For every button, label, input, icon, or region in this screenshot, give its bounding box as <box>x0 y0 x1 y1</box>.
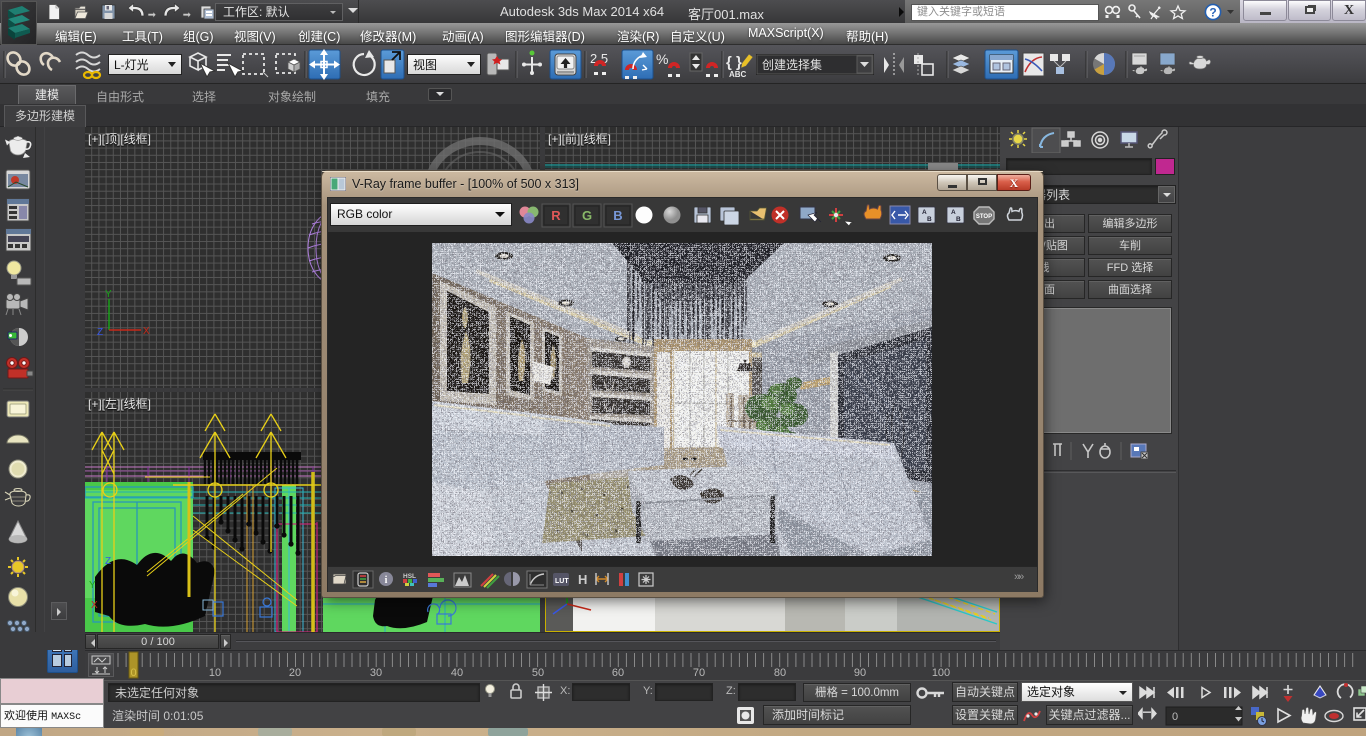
svg-text:{ }: { } <box>726 54 742 71</box>
svg-text:50: 50 <box>532 667 544 679</box>
svg-text:L-灯光: L-灯光 <box>114 58 149 72</box>
svg-text:A: A <box>951 209 956 216</box>
svg-text:40: 40 <box>451 667 463 679</box>
svg-text:Y: Y <box>89 580 96 591</box>
svg-text:B: B <box>956 216 961 223</box>
svg-text:B: B <box>613 208 622 223</box>
svg-text:STOP: STOP <box>976 214 992 220</box>
svg-text:Z: Z <box>105 556 111 567</box>
svg-text:i: i <box>385 575 388 586</box>
svg-text:30: 30 <box>370 667 382 679</box>
svg-text:20: 20 <box>289 667 301 679</box>
svg-text:70: 70 <box>693 667 705 679</box>
svg-text:A: A <box>922 209 927 216</box>
svg-text:R: R <box>551 208 561 223</box>
svg-text:Y: Y <box>105 289 112 300</box>
svg-text:10: 10 <box>209 667 221 679</box>
svg-text:60: 60 <box>612 667 624 679</box>
svg-text:视图: 视图 <box>413 57 437 72</box>
svg-text:90: 90 <box>854 667 866 679</box>
svg-text:0: 0 <box>1172 711 1178 723</box>
svg-text:LUT: LUT <box>555 578 569 585</box>
svg-text:80: 80 <box>774 667 786 679</box>
svg-text:HSL: HSL <box>403 573 416 580</box>
svg-text:创建选择集: 创建选择集 <box>762 57 822 72</box>
svg-text:H: H <box>578 572 587 587</box>
svg-text:0: 0 <box>130 667 136 679</box>
svg-text:X: X <box>91 600 98 611</box>
svg-text:X: X <box>143 326 150 337</box>
svg-text:100: 100 <box>932 667 950 679</box>
svg-text:B: B <box>927 216 932 223</box>
svg-text:%: % <box>656 51 668 67</box>
svg-text:G: G <box>582 208 592 223</box>
svg-text:?: ? <box>1209 6 1216 20</box>
svg-text:Z: Z <box>97 327 103 338</box>
svg-text:ABC: ABC <box>729 70 747 79</box>
